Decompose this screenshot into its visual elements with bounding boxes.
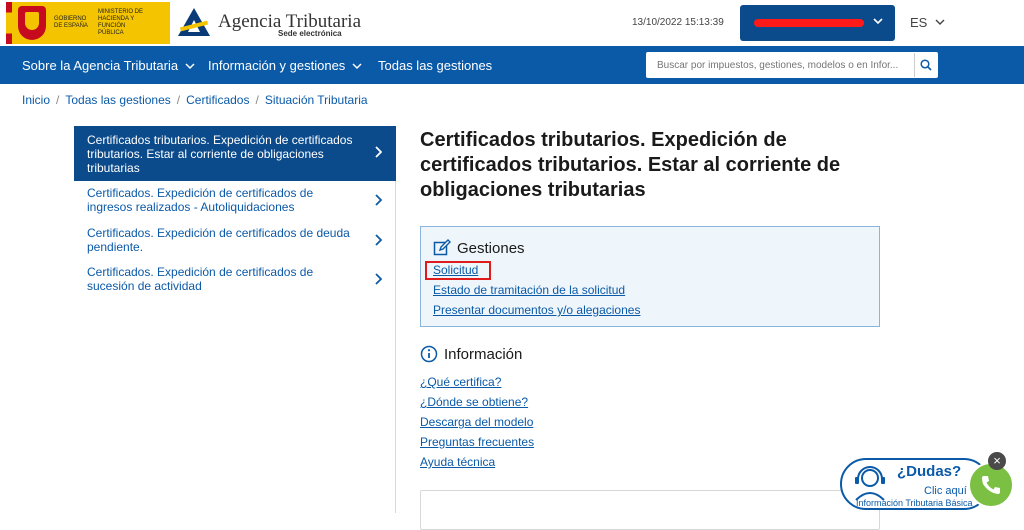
- link-descarga-modelo[interactable]: Descarga del modelo: [420, 415, 533, 429]
- link-presentar-documentos[interactable]: Presentar documentos y/o alegaciones: [433, 303, 640, 317]
- chevron-down-icon: [185, 63, 195, 70]
- sidebar-item-certificados-tributarios[interactable]: Certificados tributarios. Expedición de …: [74, 126, 396, 181]
- sidebar-item-ingresos-realizados[interactable]: Certificados. Expedición de certificados…: [74, 186, 396, 216]
- sidebar-item-label: Certificados. Expedición de certificados…: [87, 186, 314, 214]
- redacted-user-name: [754, 19, 864, 27]
- gestiones-heading-label: Gestiones: [457, 239, 525, 257]
- government-logo[interactable]: GOBIERNO DE ESPAÑA MINISTERIO DE HACIEND…: [6, 2, 170, 44]
- session-datetime: 13/10/2022 15:13:39: [632, 17, 724, 28]
- breadcrumb-home[interactable]: Inicio: [22, 93, 50, 107]
- coat-of-arms-icon: [18, 6, 46, 40]
- link-preguntas-frecuentes[interactable]: Preguntas frecuentes: [420, 435, 534, 449]
- language-label: ES: [910, 15, 928, 30]
- sidebar-item-label: Certificados tributarios. Expedición de …: [87, 133, 353, 175]
- gestiones-panel: Gestiones Solicitud Estado de tramitació…: [420, 226, 880, 327]
- link-que-certifica[interactable]: ¿Qué certifica?: [420, 375, 501, 389]
- chevron-down-icon: [873, 15, 883, 29]
- main-nav: Sobre la Agencia Tributaria Información …: [0, 46, 1024, 84]
- link-ayuda-tecnica[interactable]: Ayuda técnica: [420, 455, 495, 469]
- close-icon[interactable]: ×: [988, 452, 1006, 470]
- support-agent-icon: [855, 466, 885, 501]
- sidebar: Certificados tributarios. Expedición de …: [74, 126, 396, 513]
- agency-subtitle: Sede electrónica: [278, 29, 342, 38]
- top-header: GOBIERNO DE ESPAÑA MINISTERIO DE HACIEND…: [0, 0, 1024, 46]
- breadcrumb-situacion-tributaria[interactable]: Situación Tributaria: [265, 93, 368, 107]
- link-estado-tramitacion[interactable]: Estado de tramitación de la solicitud: [433, 283, 625, 297]
- nav-info-label: Información y gestiones: [208, 58, 346, 73]
- additional-card: [420, 490, 880, 530]
- user-menu-button[interactable]: [740, 5, 895, 41]
- nav-info-gestiones[interactable]: Información y gestiones: [208, 58, 362, 73]
- nav-about-agency[interactable]: Sobre la Agencia Tributaria: [22, 58, 195, 73]
- nav-all-gestiones[interactable]: Todas las gestiones: [378, 58, 492, 73]
- sidebar-item-sucesion-actividad[interactable]: Certificados. Expedición de certificados…: [74, 265, 396, 295]
- help-title: ¿Dudas?: [897, 463, 962, 480]
- help-widget[interactable]: ¿Dudas? Clic aquí Información Tributaria…: [840, 452, 1016, 510]
- nav-about-label: Sobre la Agencia Tributaria: [22, 58, 179, 73]
- phone-icon: [982, 476, 1000, 494]
- breadcrumb-separator: /: [255, 93, 259, 107]
- chevron-right-icon: [374, 194, 383, 208]
- gov-logo-text: GOBIERNO DE ESPAÑA: [54, 16, 88, 29]
- link-solicitud[interactable]: Solicitud: [433, 263, 478, 277]
- help-subtitle: Información Tributaria Básica: [856, 498, 973, 508]
- search-icon: [920, 59, 932, 71]
- chevron-right-icon: [374, 234, 383, 248]
- breadcrumb-separator: /: [56, 93, 60, 107]
- page-title: Certificados tributarios. Expedición de …: [420, 129, 841, 201]
- chevron-down-icon: [935, 19, 945, 25]
- chevron-right-icon: [374, 146, 383, 160]
- sidebar-item-deuda-pendiente[interactable]: Certificados. Expedición de certificados…: [74, 226, 396, 256]
- breadcrumb-all-gestiones[interactable]: Todas las gestiones: [65, 93, 170, 107]
- search-box: [646, 52, 938, 78]
- sidebar-item-label: Certificados. Expedición de certificados…: [87, 226, 350, 254]
- help-click-link[interactable]: Clic aquí: [924, 485, 967, 497]
- sidebar-item-label: Certificados. Expedición de certificados…: [87, 265, 314, 293]
- ministry-logo-text: MINISTERIO DE HACIENDA Y FUNCIÓN PÚBLICA: [98, 9, 144, 36]
- language-selector[interactable]: ES: [910, 15, 945, 30]
- info-icon: [420, 345, 438, 363]
- informacion-heading-label: Información: [444, 345, 523, 363]
- link-donde-se-obtiene[interactable]: ¿Dónde se obtiene?: [420, 395, 528, 409]
- informacion-heading: Información: [420, 345, 522, 363]
- breadcrumb: Inicio / Todas las gestiones / Certificados /…: [22, 93, 368, 107]
- gestiones-heading: Gestiones: [433, 239, 525, 257]
- agency-logo-icon: [176, 6, 212, 38]
- edit-icon: [433, 239, 451, 256]
- chevron-down-icon: [352, 63, 362, 70]
- chevron-right-icon: [374, 273, 383, 287]
- breadcrumb-certificados[interactable]: Certificados: [186, 93, 249, 107]
- phone-call-button[interactable]: [968, 462, 1014, 508]
- search-input[interactable]: [647, 53, 913, 77]
- search-button[interactable]: [914, 53, 937, 77]
- breadcrumb-separator: /: [176, 93, 181, 107]
- spain-flag-icon: [6, 2, 12, 44]
